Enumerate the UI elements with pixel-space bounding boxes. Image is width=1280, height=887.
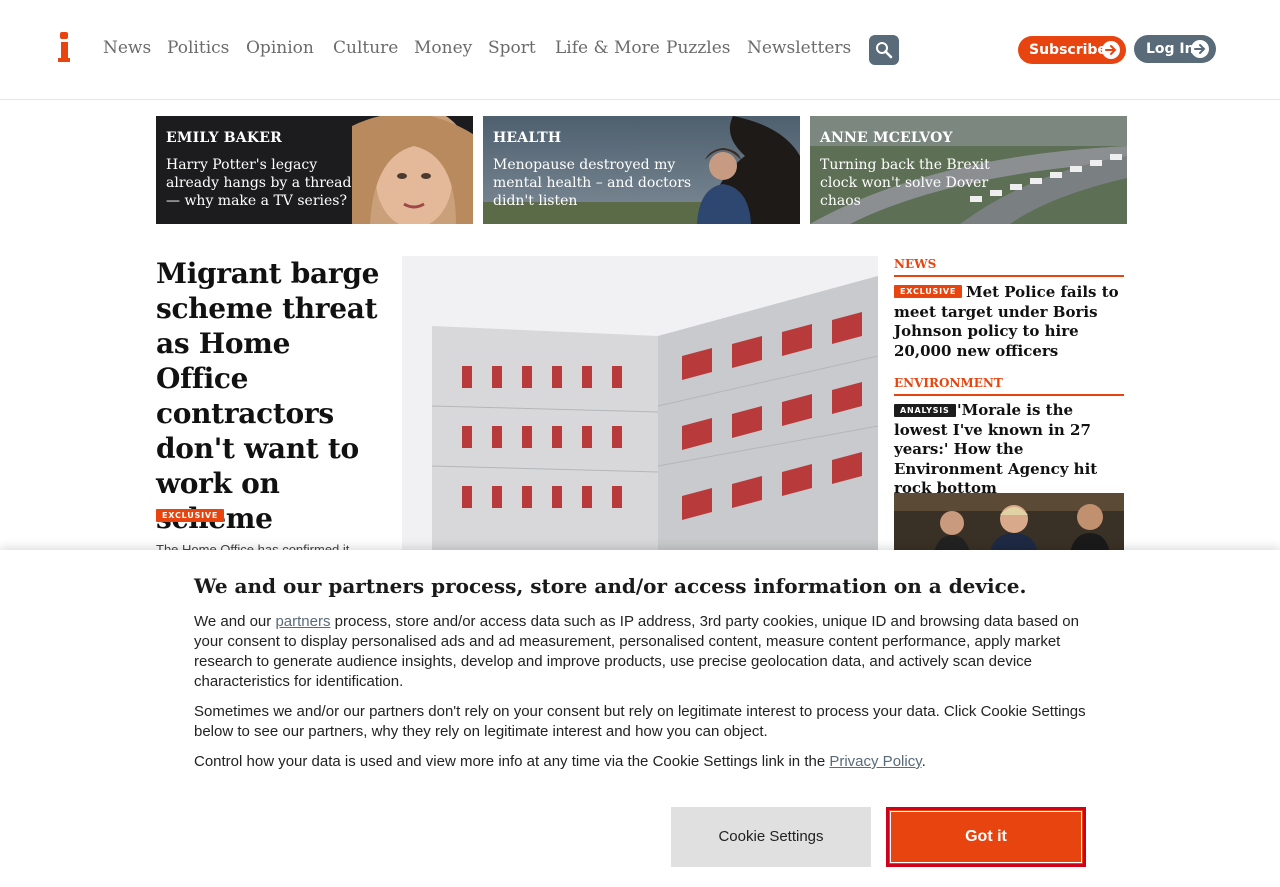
promo-card[interactable]: HEALTH Menopause destroyed my mental hea… xyxy=(483,116,800,224)
got-it-button[interactable]: Got it xyxy=(886,807,1086,867)
cookie-consent-dialog: We and our partners process, store and/o… xyxy=(0,550,1280,887)
exclusive-badge: EXCLUSIVE xyxy=(894,285,963,298)
nav-puzzles[interactable]: Puzzles xyxy=(666,38,731,58)
promo-card[interactable]: EMILY BAKER Harry Potter's legacy alread… xyxy=(156,116,473,224)
search-button[interactable] xyxy=(869,35,899,65)
consent-paragraph-3: Control how your data is used and view m… xyxy=(194,752,1089,772)
lead-headline[interactable]: Migrant barge scheme threat as Home Offi… xyxy=(156,256,386,536)
promo-title: Turning back the Brexit clock won't solv… xyxy=(820,157,990,209)
subscribe-button[interactable]: Subscribe xyxy=(1018,36,1126,64)
sidebar-thumbnail[interactable] xyxy=(894,493,1124,553)
exclusive-badge: EXCLUSIVE xyxy=(156,509,225,522)
site-header: News Politics Opinion Culture Money Spor… xyxy=(0,0,1280,100)
nav-news[interactable]: News xyxy=(103,38,151,58)
partners-link[interactable]: partners xyxy=(275,613,330,630)
promo-kicker: HEALTH xyxy=(493,130,562,146)
nav-money[interactable]: Money xyxy=(414,38,472,58)
nav-opinion[interactable]: Opinion xyxy=(246,38,314,58)
consent-heading: We and our partners process, store and/o… xyxy=(194,574,1027,598)
arrow-right-icon xyxy=(1191,40,1209,58)
nav-newsletters[interactable]: Newsletters xyxy=(747,38,851,58)
nav-life-and-more[interactable]: Life & More xyxy=(555,38,660,58)
analysis-badge: ANALYSIS xyxy=(894,404,956,417)
privacy-policy-link[interactable]: Privacy Policy xyxy=(829,753,921,770)
nav-politics[interactable]: Politics xyxy=(167,38,229,58)
lead-image[interactable] xyxy=(402,256,878,556)
section-label[interactable]: NEWS xyxy=(894,257,1124,277)
nav-sport[interactable]: Sport xyxy=(488,38,536,58)
nav-culture[interactable]: Culture xyxy=(333,38,398,58)
i-logo[interactable] xyxy=(58,32,70,64)
search-icon xyxy=(876,42,893,59)
subscribe-label: Subscribe xyxy=(1029,42,1107,58)
consent-text: We and our xyxy=(194,613,276,630)
promo-kicker: ANNE MCELVOY xyxy=(820,130,953,146)
consent-text: . xyxy=(921,753,926,770)
login-button[interactable]: Log In xyxy=(1134,35,1216,63)
courtroom-image xyxy=(894,493,1124,553)
cookie-settings-button[interactable]: Cookie Settings xyxy=(671,807,871,867)
consent-paragraph-1: We and our partners process, store and/o… xyxy=(194,612,1089,692)
promo-title: Harry Potter's legacy already hangs by a… xyxy=(166,157,352,209)
consent-text: Control how your data is used and view m… xyxy=(194,753,830,770)
arrow-right-icon xyxy=(1102,41,1120,59)
consent-paragraph-2: Sometimes we and/or our partners don't r… xyxy=(194,703,1086,740)
section-label[interactable]: ENVIRONMENT xyxy=(894,376,1124,396)
login-label: Log In xyxy=(1146,41,1195,57)
promo-kicker: EMILY BAKER xyxy=(166,130,282,146)
promo-title: Menopause destroyed my mental health – a… xyxy=(493,157,692,209)
barge-image xyxy=(402,256,878,556)
promo-card[interactable]: ANNE MCELVOY Turning back the Brexit clo… xyxy=(810,116,1127,224)
